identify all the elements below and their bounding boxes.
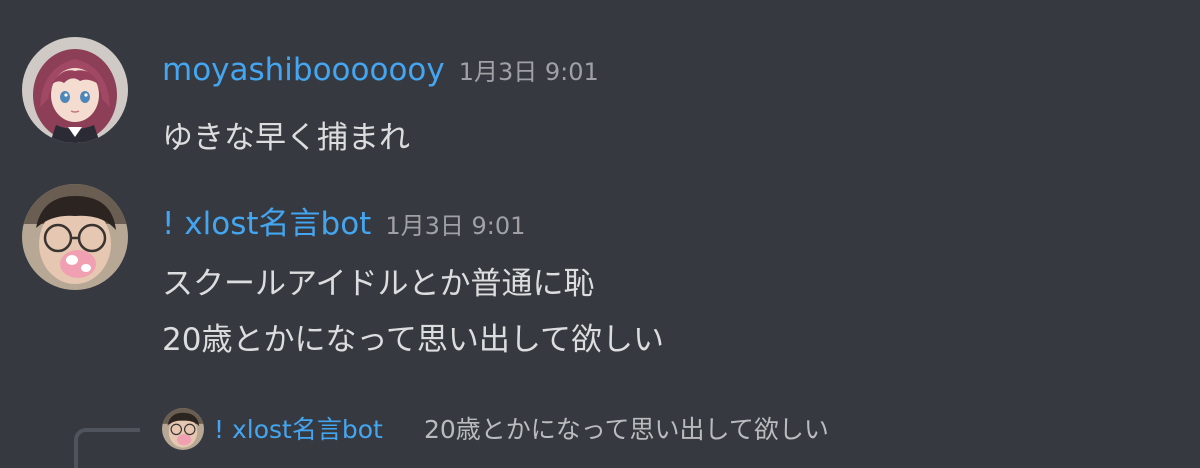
user-photo-avatar-icon (22, 184, 128, 290)
message-username[interactable]: moyashibooooooy (162, 52, 445, 88)
user-avatar[interactable] (22, 37, 128, 143)
reply-connector-line (74, 428, 140, 468)
anime-girl-avatar-icon (22, 37, 128, 143)
message-text: ゆきな早く捕まれ (162, 120, 410, 156)
reply-text[interactable]: 20歳とかになって思い出して欲しい (424, 410, 829, 446)
message-username[interactable]: ! xlost名言bot (162, 206, 371, 242)
message-text: 20歳とかになって思い出して欲しい (162, 322, 664, 358)
previous-message-cutoff (162, 0, 502, 10)
user-avatar[interactable] (22, 184, 128, 290)
reply-username[interactable]: ! xlost名言bot (214, 410, 383, 446)
message-timestamp: 1月3日 9:01 (458, 58, 599, 86)
reply-preview[interactable]: ! xlost名言bot 20歳とかになって思い出して欲しい (0, 404, 1200, 468)
message-timestamp: 1月3日 9:01 (385, 212, 526, 240)
message-text: スクールアイドルとか普通に恥 (162, 266, 595, 302)
chat-area: moyashibooooooy 1月3日 9:01 ゆきな早く捕まれ ! xlos… (0, 0, 1200, 468)
